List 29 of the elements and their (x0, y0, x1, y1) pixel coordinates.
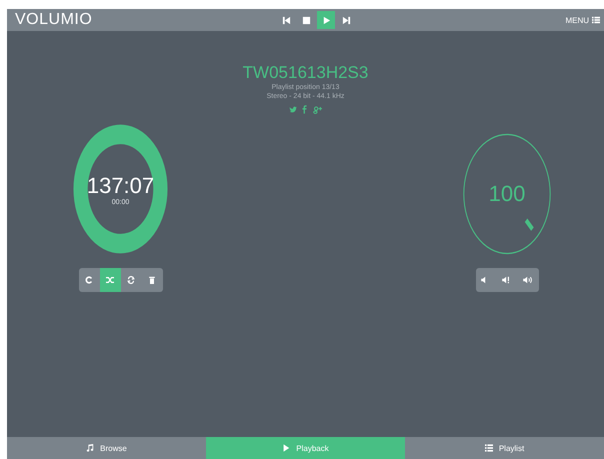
seek-ring[interactable] (73, 124, 168, 254)
twitter-icon[interactable] (289, 106, 297, 114)
speaker-waves-icon (523, 276, 533, 284)
random-button[interactable] (100, 268, 120, 292)
repeat-icon (85, 276, 93, 284)
google-plus-icon[interactable] (312, 105, 322, 114)
volume-reading: 100 (488, 181, 526, 207)
menu-button[interactable]: MENU (565, 16, 600, 24)
total-time: 137:07 (86, 172, 154, 198)
facebook-icon[interactable] (302, 105, 307, 114)
trash-icon (148, 276, 156, 284)
menu-icon (592, 16, 600, 24)
skip-back-icon (282, 16, 290, 24)
volume-knob[interactable] (462, 132, 552, 256)
play-icon (282, 444, 290, 452)
nav-tab[interactable]: Browse (7, 437, 206, 459)
play-button[interactable] (317, 11, 335, 29)
shuffle-icon (106, 276, 114, 284)
skip-forward-icon (342, 16, 350, 24)
track-title: TW051613H2S3 (242, 63, 368, 83)
play-icon (322, 16, 330, 24)
stop-icon (302, 16, 310, 24)
nav-tab[interactable]: Playlist (405, 437, 604, 459)
music-note-icon (86, 444, 94, 452)
nav-tab[interactable]: Playback (206, 437, 405, 459)
refresh-icon (127, 276, 135, 284)
speaker-exclamation-icon (502, 276, 512, 284)
list-icon (484, 444, 493, 452)
volumio-logo: VOLUMIO (15, 11, 92, 29)
